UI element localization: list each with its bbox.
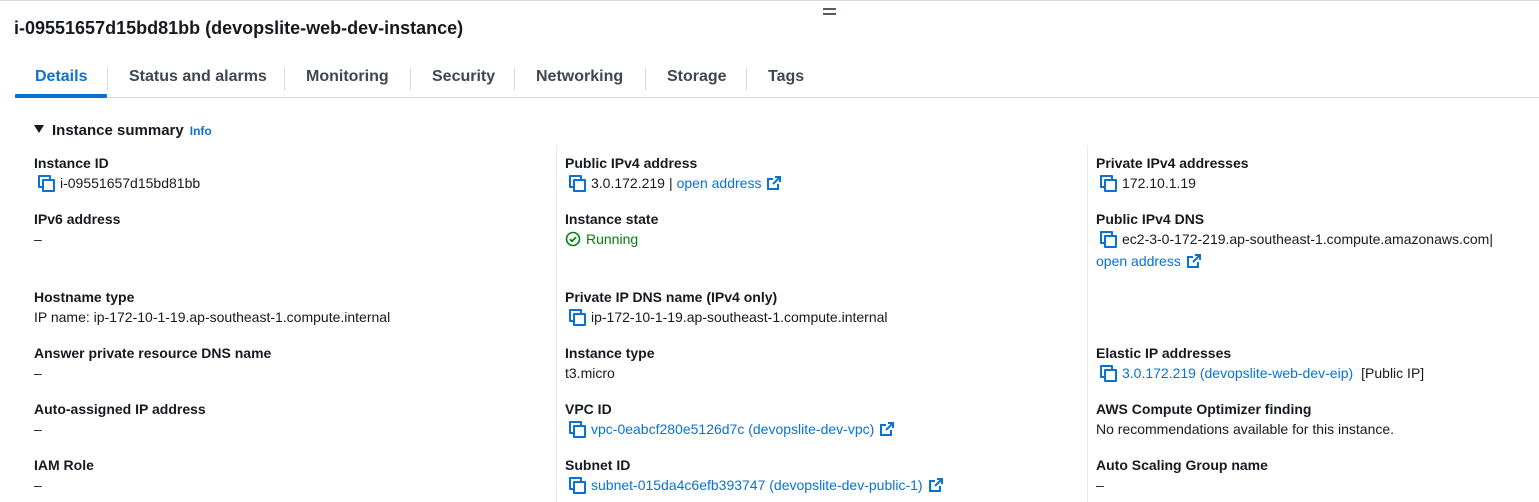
field-subnet-id: Subnet ID subnet-015da4c6efb393747 (devo… [565, 456, 944, 494]
auto-ip-value: – [34, 421, 42, 437]
field-label: Instance state [565, 211, 659, 227]
elastic-ip-type: [Public IP] [1361, 365, 1425, 381]
copy-icon[interactable] [569, 309, 586, 326]
private-ipv4-value: 172.10.1.19 [1122, 175, 1196, 191]
ipv6-value: – [34, 231, 42, 247]
hostname-type-value: IP name: ip-172-10-1-19.ap-southeast-1.c… [34, 309, 391, 325]
split-drag-handle-icon[interactable] [823, 8, 836, 15]
tab-networking[interactable]: Networking [536, 68, 623, 86]
field-elastic-ip: Elastic IP addresses 3.0.172.219 (devops… [1096, 344, 1424, 382]
field-compute-optimizer: AWS Compute Optimizer finding No recomme… [1096, 400, 1394, 438]
active-tab-indicator [15, 94, 107, 98]
tab-separator [107, 68, 108, 90]
caret-down-icon[interactable] [34, 125, 44, 133]
tab-separator [410, 68, 411, 90]
tab-security[interactable]: Security [432, 68, 495, 86]
copy-icon[interactable] [1100, 231, 1117, 248]
field-label: Public IPv4 DNS [1096, 211, 1205, 227]
iam-role-value: – [34, 477, 42, 493]
optimizer-value: No recommendations available for this in… [1096, 421, 1395, 437]
external-link-icon[interactable] [928, 477, 944, 493]
field-label: VPC ID [565, 401, 612, 417]
instance-id-value: i-09551657d15bd81bb [60, 175, 201, 191]
field-label: Instance type [565, 345, 655, 361]
field-label: Public IPv4 address [565, 155, 698, 171]
field-label: Subnet ID [565, 457, 631, 473]
tab-storage[interactable]: Storage [667, 68, 727, 86]
field-private-ipv4: Private IPv4 addresses 172.10.1.19 [1096, 154, 1249, 192]
field-public-ipv4: Public IPv4 address 3.0.172.219 | open a… [565, 154, 782, 192]
public-dns-value: ec2-3-0-172-219.ap-southeast-1.compute.a… [1122, 231, 1490, 247]
section-title: Instance summary [52, 122, 184, 139]
field-instance-type: Instance type t3.micro [565, 344, 654, 382]
copy-icon[interactable] [1100, 175, 1117, 192]
tab-status-and-alarms[interactable]: Status and alarms [129, 68, 267, 86]
field-label: Elastic IP addresses [1096, 345, 1232, 361]
field-label: Hostname type [34, 289, 135, 305]
copy-icon[interactable] [569, 175, 586, 192]
field-label: AWS Compute Optimizer finding [1096, 401, 1312, 417]
instance-summary-header: Instance summary Info [34, 122, 212, 140]
field-label: Auto Scaling Group name [1096, 457, 1268, 473]
status-success-icon [565, 231, 581, 247]
elastic-ip-link[interactable]: 3.0.172.219 (devopslite-web-dev-eip) [1122, 364, 1353, 382]
field-auto-assigned-ip: Auto-assigned IP address – [34, 400, 206, 438]
field-hostname-type: Hostname type IP name: ip-172-10-1-19.ap… [34, 288, 390, 326]
field-label: IAM Role [34, 457, 94, 473]
value-separator: | [1489, 231, 1493, 247]
value-separator: | [668, 175, 673, 191]
public-ipv4-value: 3.0.172.219 [591, 175, 665, 191]
field-auto-scaling-group: Auto Scaling Group name – [1096, 456, 1268, 494]
field-instance-state: Instance state Running [565, 210, 658, 248]
answer-dns-value: – [34, 365, 42, 381]
vpc-id-link[interactable]: vpc-0eabcf280e5126d7c (devopslite-dev-vp… [591, 420, 874, 438]
field-public-ipv4-dns: Public IPv4 DNS ec2-3-0-172-219.ap-south… [1096, 210, 1493, 270]
instance-state-value: Running [586, 231, 639, 247]
external-link-icon[interactable] [766, 175, 782, 191]
page-title: i-09551657d15bd81bb (devopslite-web-dev-… [14, 18, 464, 38]
field-label: Auto-assigned IP address [34, 401, 206, 417]
open-address-link[interactable]: open address [1096, 252, 1181, 270]
copy-icon[interactable] [569, 477, 586, 494]
tab-bar: Details Status and alarms Monitoring Sec… [0, 64, 1539, 98]
instance-type-value: t3.micro [565, 365, 615, 381]
tab-separator [514, 68, 515, 90]
info-link[interactable]: Info [190, 124, 212, 138]
open-address-link[interactable]: open address [677, 174, 762, 192]
asg-value: – [1096, 477, 1104, 493]
column-divider [1087, 145, 1088, 502]
tab-separator [284, 68, 285, 90]
field-label: IPv6 address [34, 211, 121, 227]
copy-icon[interactable] [38, 175, 55, 192]
field-vpc-id: VPC ID vpc-0eabcf280e5126d7c (devopslite… [565, 400, 895, 438]
tab-separator [645, 68, 646, 90]
copy-icon[interactable] [569, 421, 586, 438]
external-link-icon[interactable] [1186, 253, 1202, 269]
field-instance-id: Instance ID i-09551657d15bd81bb [34, 154, 200, 192]
copy-icon[interactable] [1100, 365, 1117, 382]
field-answer-private-dns: Answer private resource DNS name – [34, 344, 271, 382]
field-ipv6: IPv6 address – [34, 210, 120, 248]
tab-monitoring[interactable]: Monitoring [306, 68, 389, 86]
field-label: Private IP DNS name (IPv4 only) [565, 289, 778, 305]
external-link-icon[interactable] [879, 421, 895, 437]
tab-bar-divider [14, 97, 1539, 98]
column-divider [556, 145, 557, 502]
field-label: Private IPv4 addresses [1096, 155, 1249, 171]
field-private-ip-dns: Private IP DNS name (IPv4 only) ip-172-1… [565, 288, 888, 326]
tab-details[interactable]: Details [35, 68, 87, 86]
tab-tags[interactable]: Tags [768, 68, 804, 86]
tab-separator [746, 68, 747, 90]
private-dns-value: ip-172-10-1-19.ap-southeast-1.compute.in… [591, 309, 888, 325]
panel-top-border [0, 0, 1539, 1]
field-iam-role: IAM Role – [34, 456, 94, 494]
field-label: Answer private resource DNS name [34, 345, 272, 361]
field-label: Instance ID [34, 155, 109, 171]
subnet-id-link[interactable]: subnet-015da4c6efb393747 (devopslite-dev… [591, 476, 923, 494]
